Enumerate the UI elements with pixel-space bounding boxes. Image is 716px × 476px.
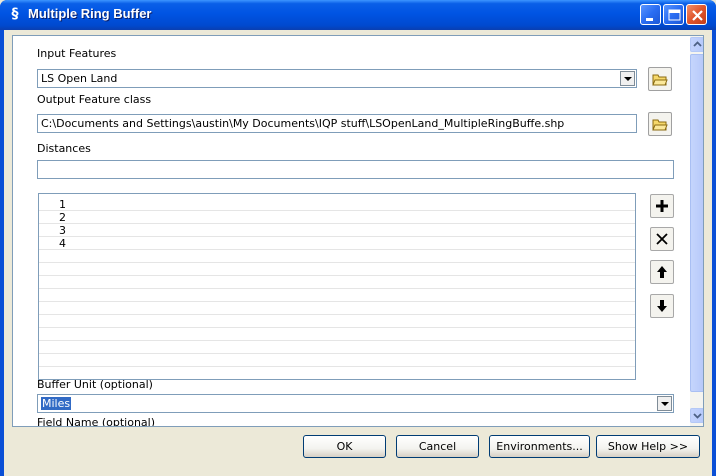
chevron-up-icon [693, 41, 702, 47]
cancel-button[interactable]: Cancel [396, 435, 479, 458]
scroll-down-button[interactable] [690, 408, 703, 423]
list-row-empty [39, 315, 635, 328]
environments-button[interactable]: Environments... [489, 435, 590, 458]
vertical-scrollbar[interactable] [690, 36, 703, 426]
input-features-label: Input Features [37, 47, 117, 60]
window-title: Multiple Ring Buffer [28, 6, 152, 21]
close-button[interactable] [686, 4, 707, 25]
buffer-unit-combo[interactable]: Miles [37, 394, 674, 413]
scroll-thumb[interactable] [690, 54, 703, 392]
minimize-button[interactable] [640, 4, 661, 25]
minimize-icon [646, 18, 653, 21]
open-folder-icon [652, 74, 668, 86]
list-item[interactable]: 3 [39, 224, 635, 237]
list-row-empty [39, 263, 635, 276]
list-row-empty [39, 328, 635, 341]
browse-input-button[interactable] [648, 67, 672, 91]
remove-distance-button[interactable] [650, 227, 674, 251]
field-name-label: Field Name (optional) [37, 416, 155, 427]
list-row-empty [39, 341, 635, 354]
list-row-empty [39, 250, 635, 263]
chevron-down-icon[interactable] [620, 71, 635, 86]
chevron-down-icon [693, 413, 702, 419]
output-feature-class-input[interactable]: C:\Documents and Settings\austin\My Docu… [37, 114, 637, 133]
list-row-empty [39, 289, 635, 302]
open-folder-icon [652, 119, 668, 131]
list-row-empty [39, 302, 635, 315]
output-feature-class-label: Output Feature class [37, 93, 152, 106]
arrow-down-icon [657, 300, 667, 312]
buffer-unit-label: Buffer Unit (optional) [37, 378, 153, 391]
list-item[interactable]: 4 [39, 237, 635, 250]
list-item[interactable]: 1 [39, 198, 635, 211]
plus-icon [656, 200, 668, 212]
gp-tool-icon: § [11, 6, 19, 22]
maximize-button[interactable] [663, 4, 684, 25]
buffer-unit-value: Miles [41, 397, 72, 410]
add-distance-button[interactable] [650, 194, 674, 218]
input-features-value: LS Open Land [41, 72, 118, 85]
parameters-panel: Input Features LS Open Land Output Featu… [12, 35, 704, 427]
list-item[interactable]: 2 [39, 211, 635, 224]
list-row-empty [39, 354, 635, 367]
distances-label: Distances [37, 142, 91, 155]
show-help-button[interactable]: Show Help >> [596, 435, 700, 458]
dialog-window: § Multiple Ring Buffer Input Features LS… [0, 0, 716, 476]
list-row-empty [39, 276, 635, 289]
browse-output-button[interactable] [648, 112, 672, 136]
move-down-button[interactable] [650, 294, 674, 318]
x-icon [656, 233, 668, 245]
move-up-button[interactable] [650, 260, 674, 284]
dialog-client: Input Features LS Open Land Output Featu… [4, 30, 712, 476]
maximize-icon [668, 9, 681, 21]
arrow-up-icon [657, 266, 667, 278]
scroll-up-button[interactable] [690, 37, 703, 52]
title-bar[interactable]: § Multiple Ring Buffer [0, 0, 716, 30]
chevron-down-icon[interactable] [657, 396, 672, 411]
distances-list[interactable]: 1 2 3 4 [38, 193, 636, 380]
input-features-combo[interactable]: LS Open Land [37, 69, 637, 88]
close-icon [692, 10, 703, 21]
ok-button[interactable]: OK [303, 435, 386, 458]
distances-input[interactable] [37, 160, 674, 179]
